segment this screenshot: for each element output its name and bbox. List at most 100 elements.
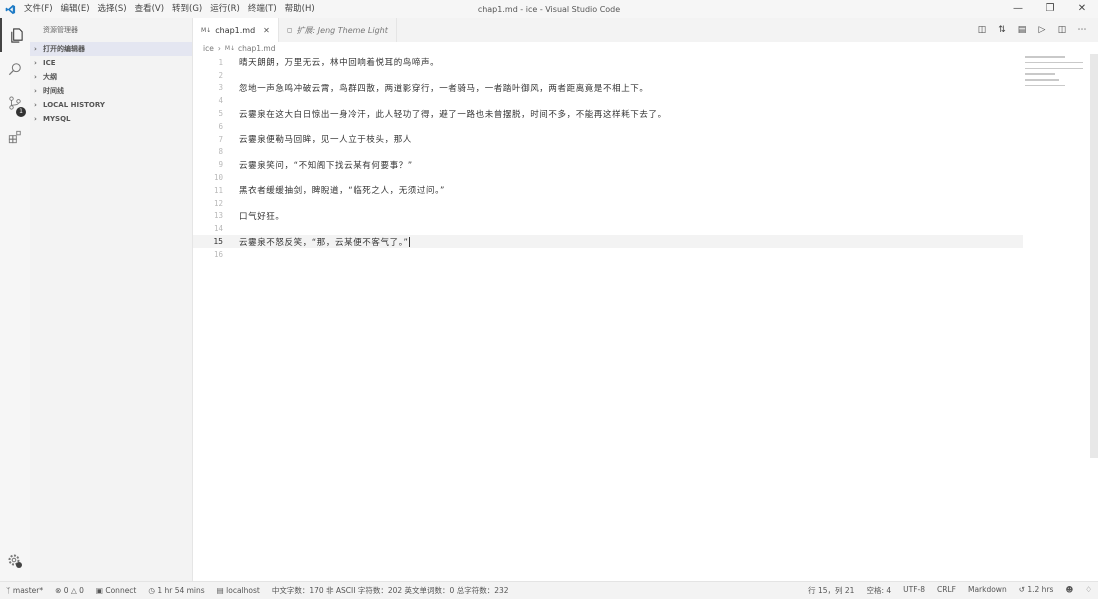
line-text[interactable]: 黑衣者缓缓抽剑，睥睨道，“临死之人，无须过问。” xyxy=(223,184,445,196)
word-count-item[interactable]: 中文字数：170 非 ASCII 字符数：202 英文单词数：0 总字符数：23… xyxy=(266,585,515,596)
menu-selection[interactable]: 选择(S) xyxy=(94,0,131,18)
indentation[interactable]: 空格: 4 xyxy=(860,585,897,596)
close-icon[interactable]: ✕ xyxy=(1066,0,1098,18)
menu-run[interactable]: 运行(R) xyxy=(206,0,244,18)
warning-count: 0 xyxy=(79,586,84,595)
breadcrumb-folder[interactable]: ice xyxy=(203,44,214,53)
line-number: 16 xyxy=(213,249,223,259)
compare-changes-icon[interactable]: ⇅ xyxy=(992,25,1012,35)
code-line[interactable]: 7 云霎泉便勒马回眸，见一人立于枝头，那人 xyxy=(193,133,1023,146)
language-mode[interactable]: Markdown xyxy=(962,585,1013,596)
section-local-history[interactable]: › LOCAL HISTORY xyxy=(30,98,192,112)
settings-gear-icon[interactable] xyxy=(7,553,23,573)
section-open-editors[interactable]: › 打开的编辑器 xyxy=(30,42,192,56)
vertical-scrollbar[interactable] xyxy=(1090,54,1098,458)
open-preview-icon[interactable]: ◫ xyxy=(972,25,992,35)
code-line[interactable]: 8 xyxy=(193,146,1023,159)
section-outline[interactable]: › 大纲 xyxy=(30,70,192,84)
minimize-icon[interactable]: — xyxy=(1002,0,1034,18)
line-text[interactable]: 忽地一声急鸣冲破云霄，鸟群四散，两道影穿行，一者骑马，一者踏叶御风，两者距离竟是… xyxy=(223,82,649,94)
host-item[interactable]: ▤ localhost xyxy=(211,586,266,595)
line-number: 6 xyxy=(218,121,223,131)
line-number: 7 xyxy=(218,134,223,144)
line-text[interactable]: 晴天朗朗，万里无云，林中回响着悦耳的鸟啼声。 xyxy=(223,56,439,68)
menu-bar: 文件(F) 编辑(E) 选择(S) 查看(V) 转到(G) 运行(R) 终端(T… xyxy=(20,0,319,18)
menu-help[interactable]: 帮助(H) xyxy=(281,0,319,18)
explorer-icon[interactable] xyxy=(0,18,30,52)
branch-item[interactable]: ᛉ master* xyxy=(0,586,49,595)
status-bar: ᛉ master* ⊗ 0 △ 0 ▣ Connect ◷ 1 hr 54 mi… xyxy=(0,581,1098,599)
line-number: 8 xyxy=(218,147,223,157)
section-timeline[interactable]: › 时间线 xyxy=(30,84,192,98)
markdown-icon: M↓ xyxy=(224,44,236,52)
line-text[interactable]: 云霎泉笑问，“不知阁下找云某有何要事？” xyxy=(223,159,413,171)
extensions-icon[interactable] xyxy=(0,120,30,154)
problems-item[interactable]: ⊗ 0 △ 0 xyxy=(49,586,90,595)
section-label: ICE xyxy=(43,59,56,67)
source-control-icon[interactable]: 1 xyxy=(0,86,30,120)
window-controls: — ❐ ✕ xyxy=(1002,0,1098,18)
connect-item[interactable]: ▣ Connect xyxy=(90,586,143,595)
code-line[interactable]: 15 云霎泉不怒反笑，“那，云某便不客气了。” xyxy=(193,235,1023,248)
vscode-logo-icon xyxy=(0,0,20,18)
menu-file[interactable]: 文件(F) xyxy=(20,0,57,18)
tab-label: chap1.md xyxy=(215,25,256,35)
tab-chap1[interactable]: M↓ chap1.md ✕ xyxy=(193,18,279,42)
line-number: 5 xyxy=(218,109,223,119)
menu-view[interactable]: 查看(V) xyxy=(131,0,168,18)
preview-side-icon[interactable]: ▤ xyxy=(1012,25,1032,35)
tab-extension[interactable]: ▢ 扩展: Jeng Theme Light xyxy=(279,18,397,42)
encoding[interactable]: UTF-8 xyxy=(897,585,931,596)
code-line[interactable]: 3 忽地一声急鸣冲破云霄，鸟群四散，两道影穿行，一者骑马，一者踏叶御风，两者距离竟… xyxy=(193,82,1023,95)
more-actions-icon[interactable]: ⋯ xyxy=(1072,25,1092,35)
notifications-bell-icon[interactable]: ♢ xyxy=(1079,585,1098,596)
split-editor-icon[interactable]: ◫ xyxy=(1052,25,1072,35)
tab-close-icon[interactable]: ✕ xyxy=(263,26,270,35)
code-line[interactable]: 5 云霎泉在这大白日惊出一身冷汗，此人轻功了得，避了一路也未曾摆脱，时间不多，不能… xyxy=(193,107,1023,120)
line-number: 13 xyxy=(213,211,223,221)
line-ending[interactable]: CRLF xyxy=(931,585,962,596)
section-mysql[interactable]: › MYSQL xyxy=(30,112,192,126)
hours-label: 1.2 hrs xyxy=(1027,585,1054,594)
code-line[interactable]: 14 xyxy=(193,222,1023,235)
menu-terminal[interactable]: 终端(T) xyxy=(244,0,281,18)
branch-label: master* xyxy=(12,586,44,595)
run-icon[interactable]: ▷ xyxy=(1032,25,1052,35)
line-text[interactable]: 云霎泉便勒马回眸，见一人立于枝头，那人 xyxy=(223,133,412,145)
code-line[interactable]: 6 xyxy=(193,120,1023,133)
warning-icon: △ xyxy=(70,586,80,595)
title-bar: 文件(F) 编辑(E) 选择(S) 查看(V) 转到(G) 运行(R) 终端(T… xyxy=(0,0,1098,18)
section-label: LOCAL HISTORY xyxy=(43,101,105,109)
error-count: 0 xyxy=(63,586,69,595)
code-line[interactable]: 12 xyxy=(193,197,1023,210)
explorer-sidebar: 资源管理器 › 打开的编辑器 › ICE › 大纲 › 时间线 › LOCAL … xyxy=(30,18,193,581)
search-icon[interactable] xyxy=(0,52,30,86)
code-line[interactable]: 4 xyxy=(193,94,1023,107)
chevron-right-icon: › xyxy=(34,59,37,67)
line-text[interactable]: 口气好狂。 xyxy=(223,210,285,222)
restore-icon[interactable]: ❐ xyxy=(1034,0,1066,18)
section-ice[interactable]: › ICE xyxy=(30,56,192,70)
line-number: 10 xyxy=(213,173,223,183)
feedback-icon[interactable]: ☻ xyxy=(1059,585,1079,596)
code-line[interactable]: 16 xyxy=(193,248,1023,261)
line-number: 3 xyxy=(218,83,223,93)
wakatime-item[interactable]: ↺ 1.2 hrs xyxy=(1013,585,1060,596)
cursor-position[interactable]: 行 15，列 21 xyxy=(802,585,860,596)
code-line[interactable]: 9 云霎泉笑问，“不知阁下找云某有何要事？” xyxy=(193,158,1023,171)
code-line[interactable]: 10 xyxy=(193,171,1023,184)
scm-badge: 1 xyxy=(16,107,26,117)
menu-go[interactable]: 转到(G) xyxy=(168,0,206,18)
code-line[interactable]: 1 晴天朗朗，万里无云，林中回响着悦耳的鸟啼声。 xyxy=(193,56,1023,69)
code-line[interactable]: 2 xyxy=(193,69,1023,82)
time-tracker-item[interactable]: ◷ 1 hr 54 mins xyxy=(142,586,210,595)
menu-edit[interactable]: 编辑(E) xyxy=(57,0,94,18)
line-text[interactable]: 云霎泉不怒反笑，“那，云某便不客气了。” xyxy=(223,236,410,248)
line-text[interactable]: 云霎泉在这大白日惊出一身冷汗，此人轻功了得，避了一路也未曾摆脱，时间不多，不能再… xyxy=(223,108,667,120)
code-line[interactable]: 11 黑衣者缓缓抽剑，睥睨道，“临死之人，无须过问。” xyxy=(193,184,1023,197)
breadcrumb-file[interactable]: chap1.md xyxy=(238,44,275,53)
minimap[interactable] xyxy=(1025,56,1085,96)
code-line[interactable]: 13 口气好狂。 xyxy=(193,210,1023,223)
connect-label: Connect xyxy=(105,586,137,595)
code-editor[interactable]: 1 晴天朗朗，万里无云，林中回响着悦耳的鸟啼声。 2 3 忽地一声急鸣冲破云霄，鸟群四散… xyxy=(193,56,1023,261)
